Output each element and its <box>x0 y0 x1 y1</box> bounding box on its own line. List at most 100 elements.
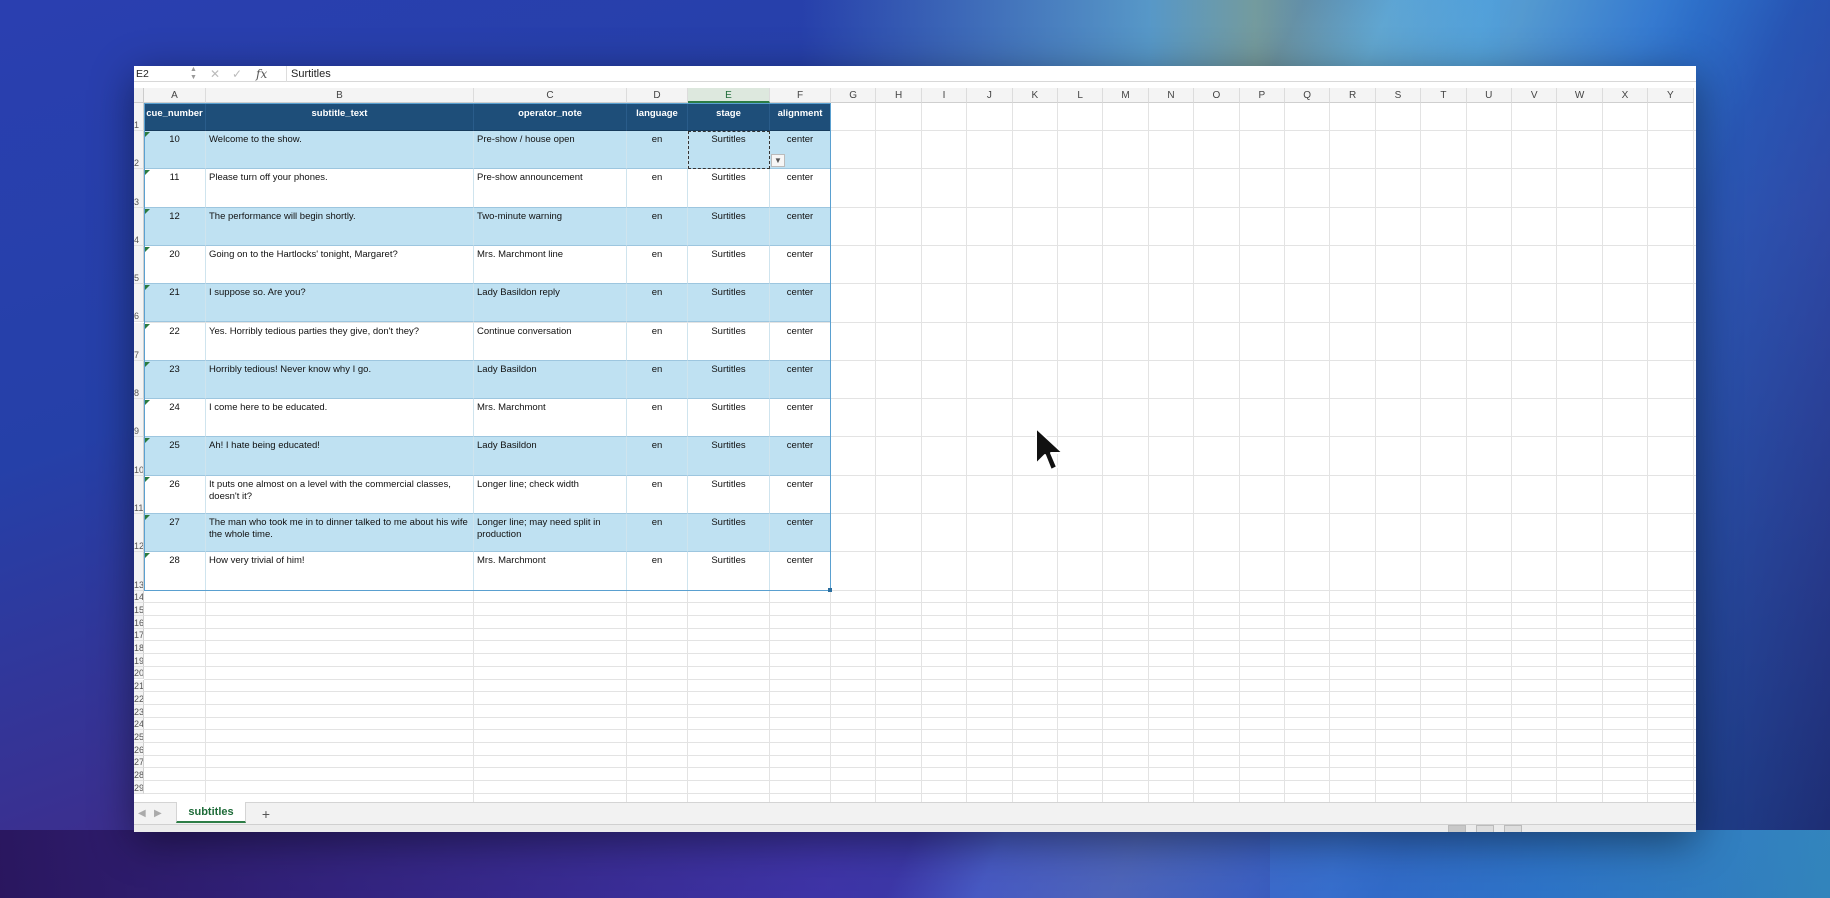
table-cell-cue-number[interactable]: 12 <box>144 207 206 246</box>
column-header-k[interactable]: K <box>1012 88 1058 103</box>
column-header-m[interactable]: M <box>1103 88 1149 103</box>
table-cell-stage[interactable]: Surtitles <box>688 360 770 400</box>
table-header-stage[interactable]: stage <box>688 103 770 131</box>
row-header-25[interactable]: 25 <box>134 730 144 743</box>
table-cell-cue-number[interactable]: 21 <box>144 284 206 323</box>
row-header-17[interactable]: 17 <box>134 628 144 642</box>
table-cell-cue-number[interactable]: 11 <box>144 169 206 208</box>
formula-input[interactable]: Surtitles <box>286 66 331 82</box>
table-cell-alignment[interactable]: center <box>770 245 831 285</box>
table-cell-language[interactable]: en <box>627 514 688 553</box>
row-header-22[interactable]: 22 <box>134 692 144 705</box>
table-cell-language[interactable]: en <box>627 169 688 208</box>
row-header-15[interactable]: 15 <box>134 603 144 616</box>
column-header-g[interactable]: G <box>831 88 877 103</box>
number-as-text-warning-icon[interactable] <box>145 170 150 176</box>
number-as-text-warning-icon[interactable] <box>145 361 150 367</box>
row-header-24[interactable]: 24 <box>134 717 144 731</box>
number-as-text-warning-icon[interactable] <box>145 246 150 252</box>
table-cell-subtitle-text[interactable]: Welcome to the show. <box>206 131 474 170</box>
row-header-23[interactable]: 23 <box>134 704 144 718</box>
table-cell-operator-note[interactable]: Longer line; may need split in productio… <box>474 514 627 553</box>
table-cell-language[interactable]: en <box>627 245 688 285</box>
table-cell-language[interactable]: en <box>627 437 688 476</box>
column-header-b[interactable]: B <box>206 88 474 103</box>
table-cell-cue-number[interactable]: 10 <box>144 131 206 170</box>
table-header-alignment[interactable]: alignment <box>770 103 831 131</box>
table-cell-operator-note[interactable]: Pre-show / house open <box>474 131 627 170</box>
name-box-stepper-icon[interactable]: ▲ ▼ <box>190 66 197 82</box>
number-as-text-warning-icon[interactable] <box>145 323 150 329</box>
table-cell-alignment[interactable]: center <box>770 552 831 591</box>
table-cell-language[interactable]: en <box>627 322 688 361</box>
table-cell-subtitle-text[interactable]: The man who took me in to dinner talked … <box>206 514 474 553</box>
table-cell-stage[interactable]: Surtitles <box>688 514 770 553</box>
row-header-29[interactable]: 29 <box>134 781 144 794</box>
table-cell-operator-note[interactable]: Lady Basildon reply <box>474 284 627 323</box>
table-cell-language[interactable]: en <box>627 360 688 400</box>
table-header-subtitle-text[interactable]: subtitle_text <box>206 103 474 131</box>
row-header-1[interactable]: 1 <box>134 103 144 131</box>
row-header-27[interactable]: 27 <box>134 755 144 769</box>
table-cell-cue-number[interactable]: 24 <box>144 399 206 438</box>
column-header-l[interactable]: L <box>1058 88 1104 103</box>
table-cell-cue-number[interactable]: 27 <box>144 514 206 553</box>
table-cell-subtitle-text[interactable]: How very trivial of him! <box>206 552 474 591</box>
table-cell-language[interactable]: en <box>627 284 688 323</box>
row-header-28[interactable]: 28 <box>134 768 144 782</box>
table-cell-alignment[interactable]: center <box>770 475 831 514</box>
table-cell-stage[interactable]: Surtitles <box>688 322 770 361</box>
table-cell-alignment[interactable]: center <box>770 360 831 400</box>
page-break-view-icon[interactable] <box>1504 825 1522 832</box>
number-as-text-warning-icon[interactable] <box>145 438 150 444</box>
column-header-x[interactable]: X <box>1602 88 1649 103</box>
function-icon[interactable]: fx <box>256 66 267 82</box>
table-cell-alignment[interactable]: center <box>770 169 831 208</box>
column-header-u[interactable]: U <box>1466 88 1512 103</box>
table-cell-operator-note[interactable]: Lady Basildon <box>474 437 627 476</box>
number-as-text-warning-icon[interactable] <box>145 208 150 214</box>
table-cell-cue-number[interactable]: 25 <box>144 437 206 476</box>
row-header-11[interactable]: 11 <box>134 475 144 514</box>
table-cell-operator-note[interactable]: Mrs. Marchmont <box>474 399 627 438</box>
row-header-9[interactable]: 9 <box>134 399 144 438</box>
table-cell-operator-note[interactable]: Continue conversation <box>474 322 627 361</box>
table-cell-operator-note[interactable]: Mrs. Marchmont <box>474 552 627 591</box>
table-cell-operator-note[interactable]: Two-minute warning <box>474 207 627 246</box>
table-cell-alignment[interactable]: center <box>770 284 831 323</box>
table-cell-subtitle-text[interactable]: Please turn off your phones. <box>206 169 474 208</box>
column-header-d[interactable]: D <box>627 88 688 103</box>
row-header-26[interactable]: 26 <box>134 743 144 756</box>
table-cell-stage[interactable]: Surtitles <box>688 207 770 246</box>
table-cell-alignment[interactable]: center <box>770 514 831 553</box>
row-header-19[interactable]: 19 <box>134 654 144 667</box>
table-header-language[interactable]: language <box>627 103 688 131</box>
dropdown-arrow-icon[interactable]: ▼ <box>771 154 785 168</box>
column-header-i[interactable]: I <box>921 88 968 103</box>
table-cell-stage[interactable]: Surtitles <box>688 437 770 476</box>
column-header-q[interactable]: Q <box>1285 88 1331 103</box>
row-header-2[interactable]: 2 <box>134 131 144 170</box>
add-sheet-button[interactable]: + <box>256 803 276 825</box>
row-header-8[interactable]: 8 <box>134 360 144 400</box>
column-header-y[interactable]: Y <box>1648 88 1694 103</box>
table-cell-stage[interactable]: Surtitles <box>688 475 770 514</box>
table-cell-alignment[interactable]: center <box>770 399 831 438</box>
table-header-operator-note[interactable]: operator_note <box>474 103 627 131</box>
row-header-14[interactable]: 14 <box>134 590 144 604</box>
table-cell-stage[interactable]: Surtitles <box>688 284 770 323</box>
table-cell-language[interactable]: en <box>627 131 688 170</box>
table-cell-stage[interactable]: Surtitles <box>688 399 770 438</box>
sheet-tab-subtitles[interactable]: subtitles <box>176 802 246 823</box>
page-layout-view-icon[interactable] <box>1476 825 1494 832</box>
column-header-j[interactable]: J <box>967 88 1013 103</box>
table-cell-cue-number[interactable]: 22 <box>144 322 206 361</box>
normal-view-icon[interactable] <box>1448 825 1466 832</box>
table-cell-cue-number[interactable]: 23 <box>144 360 206 400</box>
select-all-corner[interactable] <box>134 88 144 103</box>
row-header-20[interactable]: 20 <box>134 666 144 680</box>
row-header-16[interactable]: 16 <box>134 616 144 629</box>
table-cell-operator-note[interactable]: Lady Basildon <box>474 360 627 400</box>
table-cell-subtitle-text[interactable]: Horribly tedious! Never know why I go. <box>206 360 474 400</box>
column-header-n[interactable]: N <box>1148 88 1195 103</box>
